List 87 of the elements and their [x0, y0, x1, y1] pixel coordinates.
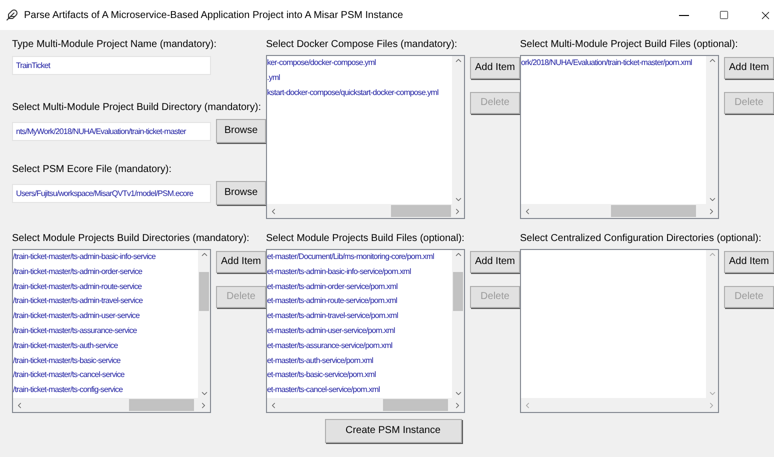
- scroll-up-icon[interactable]: [708, 56, 716, 65]
- scroll-left-icon[interactable]: [269, 206, 278, 216]
- browse-button[interactable]: Browse: [216, 181, 266, 205]
- scroll-left-icon[interactable]: [15, 400, 24, 410]
- scroll-right-icon[interactable]: [453, 400, 462, 410]
- list-item[interactable]: /train-ticket-master/ts-admin-order-service: [13, 264, 142, 280]
- scroll-down-icon[interactable]: [454, 389, 462, 398]
- list-item[interactable]: et-master/ts-cancel-service/pom.xml: [267, 383, 380, 398]
- scroll-thumb[interactable]: [128, 399, 194, 411]
- list-item[interactable]: et-master/Document/Lib/ms-monitoring-core/pom.xml: [267, 250, 434, 265]
- list-item[interactable]: ker-compose/docker-compose.yml: [267, 56, 376, 71]
- horizontal-scrollbar[interactable]: [521, 204, 718, 218]
- file-list[interactable]: ker-compose/docker-compose.yml .yml kstart-docker-compose/quickstart-docker-compose.yml: [266, 55, 465, 219]
- vertical-scrollbar[interactable]: [706, 56, 718, 204]
- list-label: Select Centralized Configuration Directories (optional):: [520, 232, 762, 246]
- scroll-down-icon[interactable]: [200, 389, 208, 398]
- file-list[interactable]: ork/2018/NUHA/Evaluation/train-ticket-master/pom.xml: [520, 55, 719, 219]
- list-item[interactable]: et-master/ts-admin-user-service/pom.xml: [267, 324, 395, 339]
- list-item[interactable]: et-master/ts-admin-travel-service/pom.xml: [267, 309, 398, 324]
- add-item-button[interactable]: Add Item: [470, 57, 520, 79]
- list-item[interactable]: ork/2018/NUHA/Evaluation/train-ticket-master/pom.xml: [521, 56, 692, 71]
- scroll-down-icon[interactable]: [708, 195, 716, 204]
- list-item[interactable]: et-master/ts-admin-route-service/pom.xml: [267, 294, 398, 310]
- list-label: Select Module Projects Build Directories (mandatory):: [12, 232, 250, 246]
- scroll-up-icon[interactable]: [708, 250, 716, 259]
- list-item[interactable]: et-master/ts-admin-basic-info-service/pom.xml: [267, 264, 411, 280]
- scroll-down-icon[interactable]: [708, 389, 716, 398]
- horizontal-scrollbar[interactable]: [267, 398, 464, 412]
- scroll-thumb[interactable]: [453, 272, 463, 311]
- add-item-button[interactable]: Add Item: [724, 251, 774, 273]
- scroll-right-icon[interactable]: [707, 206, 716, 216]
- list-item[interactable]: /train-ticket-master/ts-admin-user-service: [13, 309, 140, 324]
- scroll-up-icon[interactable]: [200, 250, 208, 259]
- scroll-right-icon[interactable]: [453, 206, 462, 216]
- browse-button[interactable]: Browse: [216, 119, 266, 143]
- list-item[interactable]: /train-ticket-master/ts-basic-service: [13, 354, 120, 368]
- scroll-thumb[interactable]: [199, 272, 209, 311]
- field-label: Select PSM Ecore File (mandatory):: [12, 163, 172, 176]
- horizontal-scrollbar[interactable]: [267, 204, 464, 218]
- list-item[interactable]: et-master/ts-assurance-service/pom.xml: [267, 338, 392, 354]
- path-field[interactable]: Users/Fujitsu/workspace/MisarQVTv1/model/PSM.ecore: [12, 184, 211, 202]
- scroll-left-icon[interactable]: [523, 400, 532, 410]
- path-field[interactable]: nts/MyWork/2018/NUHA/Evaluation/train-ticket-master: [12, 122, 211, 140]
- vertical-scrollbar[interactable]: [706, 250, 718, 398]
- add-item-button[interactable]: Add Item: [470, 251, 520, 273]
- list-item[interactable]: /train-ticket-master/ts-config-service: [13, 383, 123, 398]
- field-label: Type Multi-Module Project Name (mandatory):: [12, 38, 218, 51]
- scroll-thumb[interactable]: [382, 399, 448, 411]
- list-item[interactable]: /train-ticket-master/ts-admin-travel-service: [13, 294, 143, 310]
- scroll-left-icon[interactable]: [269, 400, 278, 410]
- scroll-thumb[interactable]: [391, 205, 451, 217]
- window-title: Parse Artifacts of A Microservice-Based Application Project into A Misar PSM Instance: [24, 8, 404, 22]
- list-item[interactable]: et-master/ts-basic-service/pom.xml: [267, 368, 376, 384]
- scroll-right-icon[interactable]: [199, 400, 208, 410]
- scroll-left-icon[interactable]: [523, 206, 532, 216]
- horizontal-scrollbar[interactable]: [521, 398, 718, 412]
- list-item[interactable]: et-master/ts-auth-service/pom.xml: [267, 354, 374, 368]
- vertical-scrollbar[interactable]: [198, 250, 210, 398]
- maximize-icon: [719, 10, 729, 20]
- list-item[interactable]: /train-ticket-master/ts-auth-service: [13, 338, 118, 354]
- list-label: Select Docker Compose Files (mandatory):: [266, 38, 458, 52]
- list-item[interactable]: /train-ticket-master/ts-cancel-service: [13, 368, 124, 384]
- list-item[interactable]: et-master/ts-admin-order-service/pom.xml: [267, 280, 398, 294]
- horizontal-scrollbar[interactable]: [13, 398, 210, 412]
- create-psm-instance-button[interactable]: Create PSM Instance: [324, 419, 462, 443]
- minimize-icon: [679, 14, 689, 16]
- list-item[interactable]: /train-ticket-master/ts-assurance-service: [13, 324, 137, 339]
- vertical-scrollbar[interactable]: [452, 250, 464, 398]
- vertical-scrollbar[interactable]: [452, 56, 464, 204]
- scroll-down-icon[interactable]: [454, 195, 462, 204]
- list-item[interactable]: /train-ticket-master/ts-admin-basic-info-service: [13, 250, 156, 265]
- feather-icon: [6, 9, 18, 21]
- add-item-button[interactable]: Add Item: [724, 57, 774, 79]
- list-item[interactable]: kstart-docker-compose/quickstart-docker-compose.yml: [267, 86, 438, 100]
- path-field[interactable]: TrainTicket: [12, 56, 211, 75]
- list-label: Select Module Projects Build Files (optional):: [266, 232, 466, 246]
- list-item[interactable]: .yml: [267, 70, 280, 86]
- scroll-up-icon[interactable]: [454, 56, 462, 65]
- scroll-up-icon[interactable]: [454, 250, 462, 259]
- add-item-button[interactable]: Add Item: [216, 251, 266, 273]
- list-item[interactable]: /train-ticket-master/ts-admin-route-service: [13, 280, 142, 294]
- file-list[interactable]: [266, 249, 465, 413]
- file-list[interactable]: [12, 249, 211, 413]
- scroll-right-icon[interactable]: [707, 400, 716, 410]
- list-label: Select Multi-Module Project Build Files (optional):: [520, 38, 739, 52]
- scroll-thumb[interactable]: [610, 205, 696, 217]
- field-label: Select Multi-Module Project Build Directory (mandatory):: [12, 101, 262, 114]
